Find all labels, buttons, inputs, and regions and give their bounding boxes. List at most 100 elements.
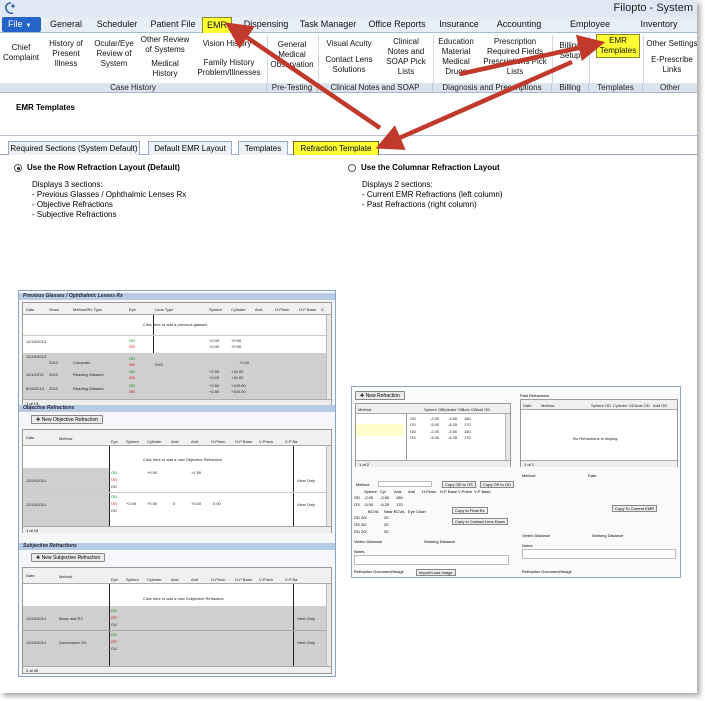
cyl-od: +100.00 bbox=[231, 383, 246, 388]
row-desc-item: - Objective Refractions bbox=[32, 200, 113, 209]
button-label: New Subjective Refraction bbox=[41, 555, 101, 561]
tab-inventory[interactable]: Inventory bbox=[634, 17, 684, 33]
add-row-hint[interactable]: Click here to add a new Objective Refrac… bbox=[143, 457, 222, 462]
grid-pager[interactable]: 1 of 15 bbox=[23, 526, 331, 533]
general-medical-observation-button[interactable]: General Medical Observation bbox=[268, 40, 316, 70]
other-review-systems-button[interactable]: Other Review of Systems bbox=[140, 35, 190, 55]
tab-office-reports[interactable]: Office Reports bbox=[366, 17, 428, 33]
vertex-label: Vertex Distance bbox=[522, 533, 551, 538]
tab-scheduler[interactable]: Scheduler bbox=[88, 17, 146, 33]
row-layout-label[interactable]: Use the Row Refraction Layout (Default) bbox=[27, 163, 180, 172]
grid-scrollbar[interactable] bbox=[505, 414, 510, 460]
chief-complaint-button[interactable]: Chief Complaint bbox=[2, 43, 40, 63]
tab-insurance[interactable]: Insurance bbox=[436, 17, 482, 33]
education-material-button[interactable]: Education Material bbox=[434, 37, 478, 57]
button-label: Copy OD to OS bbox=[445, 482, 473, 487]
eye-od: OD bbox=[129, 369, 135, 374]
row-method: Binoc dist RX bbox=[59, 616, 84, 621]
col-header: H-P Base bbox=[299, 307, 317, 312]
copy-to-current-emr-button[interactable]: Copy To Current EMR bbox=[612, 505, 658, 512]
row-date: 12/20/2014 bbox=[26, 478, 47, 483]
prescription-required-fields-button[interactable]: Prescription Required Fields bbox=[480, 37, 550, 57]
history-present-illness-button[interactable]: History of Present Illness bbox=[44, 39, 88, 69]
grid-pager[interactable]: 1 of 1 bbox=[521, 460, 677, 467]
field-head: V-P Base bbox=[474, 489, 491, 494]
eye-od: OD bbox=[129, 356, 135, 361]
subtab-required-sections[interactable]: Required Sections (System Default) bbox=[8, 141, 140, 155]
va-value: 20 bbox=[384, 529, 389, 534]
medical-drugs-button[interactable]: Medical Drugs bbox=[434, 57, 478, 77]
medical-history-button[interactable]: Medical History bbox=[140, 59, 190, 79]
add-value: +3.00 bbox=[191, 501, 202, 506]
add-row-hint[interactable]: Click here to add a new Subjective Refra… bbox=[143, 596, 224, 601]
pager-text: 1 of 1 bbox=[524, 462, 535, 467]
method-select[interactable] bbox=[378, 481, 432, 487]
row-type: Reading Glasses bbox=[73, 386, 104, 391]
field-head: H-P Base bbox=[440, 489, 458, 494]
column-layout-radio[interactable] bbox=[348, 164, 356, 172]
other-settings-button[interactable]: Other Settings bbox=[644, 39, 697, 49]
new-objective-refraction-button[interactable]: ✚ New Objective Refraction bbox=[31, 415, 104, 424]
method-label: Method bbox=[522, 473, 536, 478]
grid-divider bbox=[293, 584, 294, 666]
emr-templates-button[interactable]: EMR Templates bbox=[596, 34, 640, 58]
notes-field[interactable] bbox=[354, 555, 509, 565]
billing-setup-button[interactable]: Billing Setup bbox=[553, 41, 587, 61]
grid-scrollbar[interactable] bbox=[326, 446, 331, 526]
visual-acuity-button[interactable]: Visual Acuity bbox=[320, 39, 378, 49]
axis: 180 bbox=[396, 495, 403, 500]
e-prescribe-links-button[interactable]: E-Prescribe Links bbox=[644, 55, 697, 75]
grid-pager[interactable]: 1 of 2 bbox=[356, 460, 510, 467]
clinical-notes-soap-button[interactable]: Clinical Notes and SOAP Pick Lists bbox=[380, 37, 432, 77]
tab-emr[interactable]: EMR bbox=[202, 17, 232, 34]
ribbon-separator bbox=[589, 35, 590, 83]
col-header: Add bbox=[191, 439, 199, 444]
row-layout-description: Displays 3 sections: - Previous Glasses … bbox=[32, 180, 186, 220]
family-history-button[interactable]: Family History Problem/Illnesses bbox=[194, 58, 264, 78]
eye-os: OS bbox=[111, 501, 117, 506]
cyl-od: +0.50 bbox=[231, 338, 242, 343]
tab-patient-file[interactable]: Patient File bbox=[148, 17, 198, 33]
eye-od: OD bbox=[129, 338, 135, 343]
vision-history-button[interactable]: Vision History bbox=[196, 39, 258, 49]
file-menu-button[interactable]: File ▼ bbox=[2, 17, 41, 32]
cyl: -6.25 bbox=[380, 502, 390, 507]
grid-scrollbar[interactable] bbox=[326, 584, 331, 666]
copy-to-final-rx-button[interactable]: Copy to Final Rx bbox=[452, 507, 488, 514]
tab-accounting[interactable]: Accounting bbox=[490, 17, 548, 33]
past-refractions-grid: Date Method Sphere OD Cylinder OD Axis O… bbox=[520, 399, 678, 467]
copy-od-to-os-button[interactable]: Copy OD to OS bbox=[442, 481, 476, 488]
copy-to-contact-lens-button[interactable]: Copy to Contact Lens Exam bbox=[452, 518, 508, 525]
tab-employee-manager[interactable]: Employee Manager bbox=[552, 17, 628, 44]
notes-field[interactable] bbox=[522, 549, 676, 559]
row-layout-radio[interactable] bbox=[14, 164, 22, 172]
subtab-templates[interactable]: Templates bbox=[238, 141, 288, 155]
grid-scrollbar[interactable] bbox=[326, 315, 331, 399]
row-since: 2013 bbox=[49, 372, 58, 377]
subtab-default-emr-layout[interactable]: Default EMR Layout bbox=[148, 141, 232, 155]
app-logo-icon bbox=[4, 2, 15, 15]
row-layout-preview: Previous Glasses / Ophthalmic Lenses Rx … bbox=[18, 290, 336, 677]
button-label: Import/Load Image bbox=[419, 570, 453, 575]
column-layout-label[interactable]: Use the Columnar Refraction Layout bbox=[361, 163, 500, 172]
new-refraction-button[interactable]: ✚ New Refraction bbox=[355, 391, 405, 400]
application-window: Filopto - System General Scheduler Patie… bbox=[0, 0, 697, 693]
column-layout-description: Displays 2 sections: - Current EMR Refra… bbox=[362, 180, 502, 210]
grid-divider bbox=[406, 414, 407, 460]
tab-dispensing[interactable]: Dispensing bbox=[238, 17, 294, 33]
tab-task-manager[interactable]: Task Manager bbox=[298, 17, 358, 33]
tab-general[interactable]: General bbox=[47, 17, 85, 33]
new-subjective-refraction-button[interactable]: ✚ New Subjective Refraction bbox=[31, 553, 106, 562]
col-header: Sphere OD bbox=[591, 403, 612, 408]
ribbon-group-labels: Case History Pre-Testing Clinical Notes … bbox=[0, 83, 697, 93]
subtab-refraction-template[interactable]: Refraction Template bbox=[293, 141, 379, 155]
prescriptions-pick-lists-button[interactable]: Prescriptions Pick Lists bbox=[480, 57, 550, 77]
copy-os-to-od-button[interactable]: Copy OS to OD bbox=[480, 481, 514, 488]
contact-lens-solutions-button[interactable]: Contact Lens Solutions bbox=[320, 55, 378, 75]
ocular-review-button[interactable]: Ocular/Eye Review of System bbox=[90, 39, 138, 69]
import-image-button[interactable]: Import/Load Image bbox=[416, 569, 456, 576]
selected-row[interactable] bbox=[356, 424, 404, 436]
grid-pager[interactable]: 2 of 40 bbox=[23, 666, 331, 673]
date-label: Date bbox=[588, 473, 597, 478]
cyl-value: +0.50 bbox=[147, 501, 158, 506]
